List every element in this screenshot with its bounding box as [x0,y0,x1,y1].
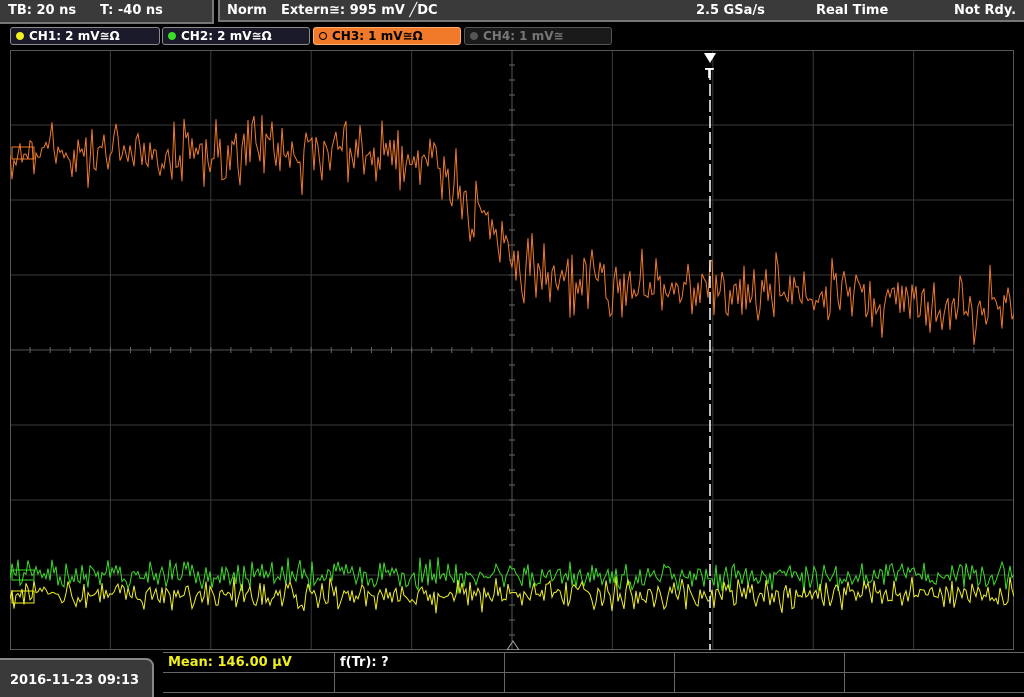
timebase-label: TB: 20 ns [8,3,77,18]
channel-bar: CH1: 2 mV≅Ω CH2: 2 mV≅Ω CH3: 1 mV≅Ω CH4:… [0,26,1024,48]
acquisition-mode-label: Real Time [816,3,889,18]
waveform-display[interactable]: T [10,50,1014,650]
channel-4-label: CH4: 1 mV≅ [483,29,564,43]
timebase-box[interactable]: TB: 20 ns T: -40 ns [0,0,214,24]
channel-1-label: CH1: 2 mV≅Ω [29,29,120,43]
measurement-cell-5[interactable] [845,653,1024,673]
measurement-cell-2[interactable]: f(Tr): ? [335,653,505,673]
top-status-bar: TB: 20 ns T: -40 ns Norm Extern≅: 995 mV… [0,0,1024,24]
sample-rate-label: 2.5 GSa/s [696,3,765,18]
measurement-cell-8[interactable] [505,673,675,693]
measurement-cell-1[interactable]: Mean: 146.00 µV [163,653,335,673]
channel-4-indicator-icon [470,32,478,40]
bottom-bar: 2016-11-23 09:13 Mean: 146.00 µV f(Tr): … [0,652,1024,697]
measurement-cell-6[interactable] [163,673,335,693]
channel-1-indicator-icon [16,32,24,40]
channel-2-indicator-icon [168,32,176,40]
channel-2-label: CH2: 2 mV≅Ω [181,29,272,43]
measurement-cell-3[interactable] [505,653,675,673]
waveform-plot[interactable]: T [10,50,1014,650]
acquisition-status-box[interactable]: Norm Extern≅: 995 mV ╱DC 2.5 GSa/s Real … [218,0,1024,22]
channel-3-button[interactable]: CH3: 1 mV≅Ω [313,27,461,45]
measurement-cell-4[interactable] [675,653,845,673]
horizontal-position-marker-icon[interactable] [506,640,520,650]
channel-3-label: CH3: 1 mV≅Ω [332,29,423,43]
trigger-position-arrow-icon[interactable] [704,53,716,63]
trigger-marker-label: T [705,67,714,82]
trigger-frequency-measurement: f(Tr): ? [340,655,389,670]
measurement-cell-9[interactable] [675,673,845,693]
channel-2-button[interactable]: CH2: 2 mV≅Ω [162,27,310,45]
channel-4-button[interactable]: CH4: 1 mV≅ [464,27,612,45]
channel-1-button[interactable]: CH1: 2 mV≅Ω [10,27,160,45]
measurement-cell-10[interactable] [845,673,1024,693]
trigger-time-label: T: -40 ns [100,3,163,18]
trigger-source-label: Extern≅: 995 mV ╱DC [281,3,438,18]
channel-3-indicator-icon [319,32,327,40]
datetime-label: 2016-11-23 09:13 [10,673,140,688]
trigger-state-label: Not Rdy. [954,3,1017,18]
mean-measurement: Mean: 146.00 µV [168,655,292,670]
datetime-box: 2016-11-23 09:13 [0,658,154,697]
measurement-cell-7[interactable] [335,673,505,693]
graticule-center-axes [10,50,1014,650]
trigger-mode-label: Norm [227,3,267,18]
measurement-table: Mean: 146.00 µV f(Tr): ? [163,652,1024,695]
